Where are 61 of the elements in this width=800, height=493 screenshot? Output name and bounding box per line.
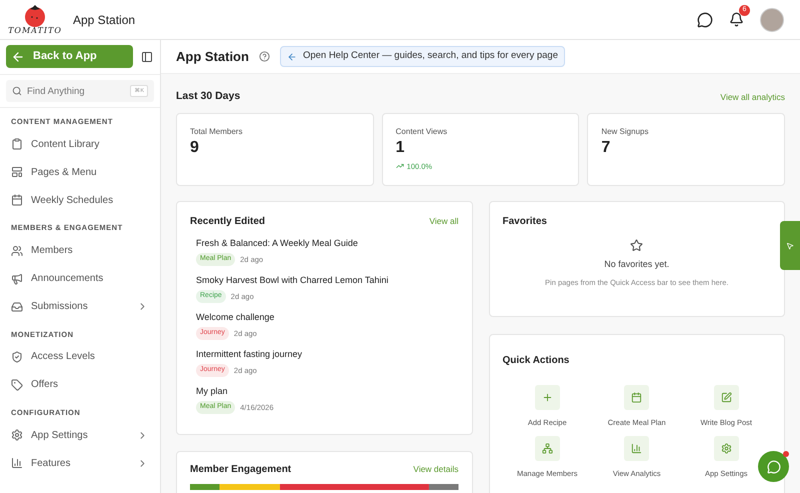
stat-label: Total Members [190,126,244,138]
view-details-link[interactable]: View details [413,462,458,476]
sidebar-item[interactable]: Members [11,236,148,264]
users-icon [11,244,23,256]
item-title: My plan [196,384,229,398]
sidebar-item[interactable]: Offers [11,370,148,399]
sidebar-toggle-icon[interactable] [141,50,153,62]
item-title: Welcome challenge [196,310,276,324]
empty-title: No favorites yet. [604,258,670,271]
sidebar-item[interactable]: Announcements [11,264,148,292]
layout-icon [11,166,23,178]
left-arrow-icon [286,52,297,62]
card-title: Favorites [502,214,548,229]
app-title: App Station [73,12,136,28]
bar-chart-icon [631,443,642,454]
inbox-icon [11,300,23,312]
sidebar-item[interactable]: Submissions [11,292,148,320]
sidebar-item[interactable]: Content Library [11,130,148,158]
sidebar-item[interactable]: Access Levels [11,342,148,371]
sidebar-item[interactable]: Weekly Schedules [11,186,148,214]
star-icon [630,238,644,252]
notification-bell-icon[interactable] [729,12,744,27]
chat-icon[interactable] [697,12,713,28]
bar-chart-icon [11,457,23,469]
settings-icon [11,429,23,441]
item-title: Intermittent fasting journey [196,348,304,361]
help-icon[interactable] [258,51,270,62]
plus-icon [542,392,553,403]
tag-icon [11,378,23,391]
view-all-link[interactable]: View all [429,214,458,228]
card-title: Recently Edited [190,214,266,229]
card-title: Member Engagement [190,462,292,477]
megaphone-icon [11,272,23,284]
trend-up-icon [396,162,404,170]
card-title: Quick Actions [502,354,570,366]
stat-label: New Signups [601,126,650,138]
page-title: App Station [176,48,249,66]
item-title: Fresh & Balanced: A Weekly Meal Guide [196,236,359,250]
calendar-icon [11,194,23,206]
logo-text: TOMATITO [8,26,62,34]
tomato-logo-icon [22,4,48,26]
calendar-icon [631,392,642,403]
sidebar-item[interactable]: Pages & Menu [11,158,148,186]
section-title: Last 30 Days [176,89,240,104]
chat-icon [766,460,780,474]
stat-value: 1 [396,138,406,158]
stat-value: 9 [190,138,200,158]
search-icon [12,86,22,96]
stat-value: 7 [601,138,612,158]
sidebar-item[interactable]: App Settings [11,421,148,449]
avatar[interactable] [760,8,784,32]
pointer-icon [786,242,794,250]
network-icon [542,443,553,454]
shield-icon [11,350,23,363]
settings-icon [720,443,732,454]
clipboard-icon [11,138,23,150]
item-title: Smoky Harvest Bowl with Charred Lemon Tahini [196,274,390,287]
stat-label: Content Views [396,126,448,138]
sidebar-item[interactable]: Features [11,449,148,477]
edit-icon [720,392,732,403]
help-center-banner[interactable]: Open Help Center — guides, search, and tips for every page [280,46,565,67]
